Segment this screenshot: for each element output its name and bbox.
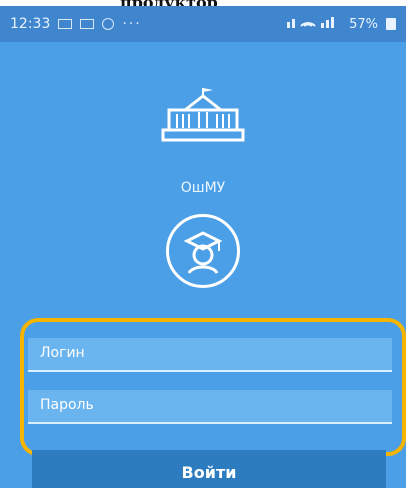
phone-screen: 12:33 ··· 57% ОшМУ Логин Войти	[0, 6, 406, 488]
university-name: ОшМУ	[180, 180, 226, 196]
battery-percent: 57%	[349, 16, 378, 32]
password-input[interactable]	[38, 396, 386, 414]
username-input[interactable]	[38, 344, 386, 362]
status-bar: 12:33 ··· 57%	[0, 6, 406, 42]
instagram-icon	[102, 18, 115, 30]
graduate-avatar-icon	[166, 214, 240, 288]
signal-wifi-icons	[287, 17, 335, 28]
password-field[interactable]	[28, 390, 392, 424]
image-icon	[80, 19, 95, 29]
status-right: 57%	[287, 16, 396, 32]
more-icon: ···	[122, 16, 142, 32]
graduate-avatar-svg	[183, 231, 223, 274]
battery-icon	[386, 18, 396, 30]
signal-icons	[287, 16, 341, 32]
building-svg	[161, 88, 245, 142]
status-time: 12:33	[10, 16, 51, 32]
username-field[interactable]	[28, 338, 392, 372]
screenshot-frame: продуктор 12:33 ···	[0, 0, 406, 488]
login-button[interactable]: Войти	[32, 450, 386, 488]
status-left: 12:33 ···	[10, 16, 142, 32]
login-button-label: Войти	[181, 462, 237, 482]
university-building-icon	[155, 84, 251, 154]
screen-icon	[58, 19, 73, 29]
